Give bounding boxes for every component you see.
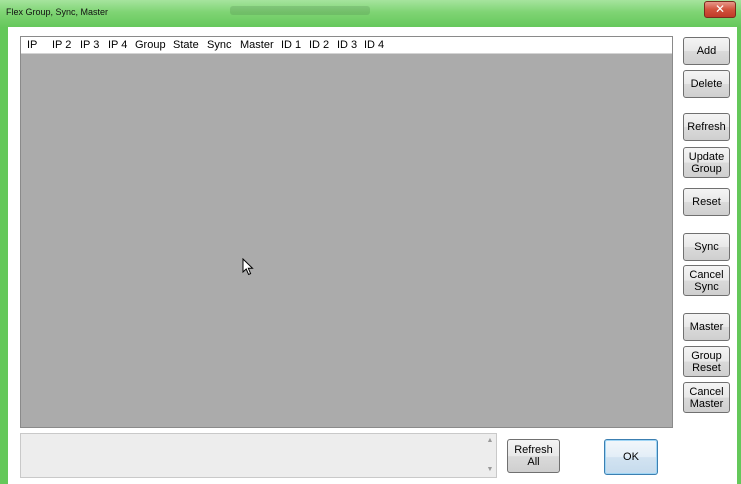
- scroll-up-arrow-icon[interactable]: ▲: [484, 436, 496, 446]
- column-header-ip[interactable]: IP: [27, 39, 37, 51]
- reset-button[interactable]: Reset: [683, 188, 730, 216]
- column-header-id4[interactable]: ID 4: [364, 39, 384, 51]
- mouse-pointer-icon: [242, 258, 254, 276]
- group-reset-button[interactable]: Group Reset: [683, 346, 730, 377]
- scroll-down-arrow-icon[interactable]: ▼: [484, 465, 496, 475]
- column-header-group[interactable]: Group: [135, 39, 166, 51]
- flex-group-window: Flex Group, Sync, Master ✕ IP IP 2 IP 3 …: [0, 0, 741, 484]
- title-bar[interactable]: Flex Group, Sync, Master ✕: [0, 0, 741, 27]
- title-bar-background-text: [230, 6, 370, 15]
- status-textbox[interactable]: ▲ ▼: [20, 433, 497, 478]
- cancel-master-button[interactable]: Cancel Master: [683, 382, 730, 413]
- refresh-button[interactable]: Refresh: [683, 113, 730, 141]
- column-header-id2[interactable]: ID 2: [309, 39, 329, 51]
- sync-button[interactable]: Sync: [683, 233, 730, 261]
- add-button[interactable]: Add: [683, 37, 730, 65]
- column-header-state[interactable]: State: [173, 39, 199, 51]
- dialog-body: IP IP 2 IP 3 IP 4 Group State Sync Maste…: [8, 27, 737, 484]
- update-group-button[interactable]: Update Group: [683, 147, 730, 178]
- master-button[interactable]: Master: [683, 313, 730, 341]
- close-icon: ✕: [714, 2, 726, 16]
- column-header-id1[interactable]: ID 1: [281, 39, 301, 51]
- device-list[interactable]: IP IP 2 IP 3 IP 4 Group State Sync Maste…: [20, 36, 673, 428]
- column-header-master[interactable]: Master: [240, 39, 274, 51]
- refresh-all-button[interactable]: Refresh All: [507, 439, 560, 473]
- column-header-ip2[interactable]: IP 2: [52, 39, 71, 51]
- column-header-ip4[interactable]: IP 4: [108, 39, 127, 51]
- close-button[interactable]: ✕: [704, 1, 736, 18]
- column-header-sync[interactable]: Sync: [207, 39, 231, 51]
- window-title: Flex Group, Sync, Master: [6, 7, 109, 17]
- delete-button[interactable]: Delete: [683, 70, 730, 98]
- cancel-sync-button[interactable]: Cancel Sync: [683, 265, 730, 296]
- list-header: IP IP 2 IP 3 IP 4 Group State Sync Maste…: [21, 37, 672, 54]
- column-header-id3[interactable]: ID 3: [337, 39, 357, 51]
- ok-button[interactable]: OK: [604, 439, 658, 475]
- column-header-ip3[interactable]: IP 3: [80, 39, 99, 51]
